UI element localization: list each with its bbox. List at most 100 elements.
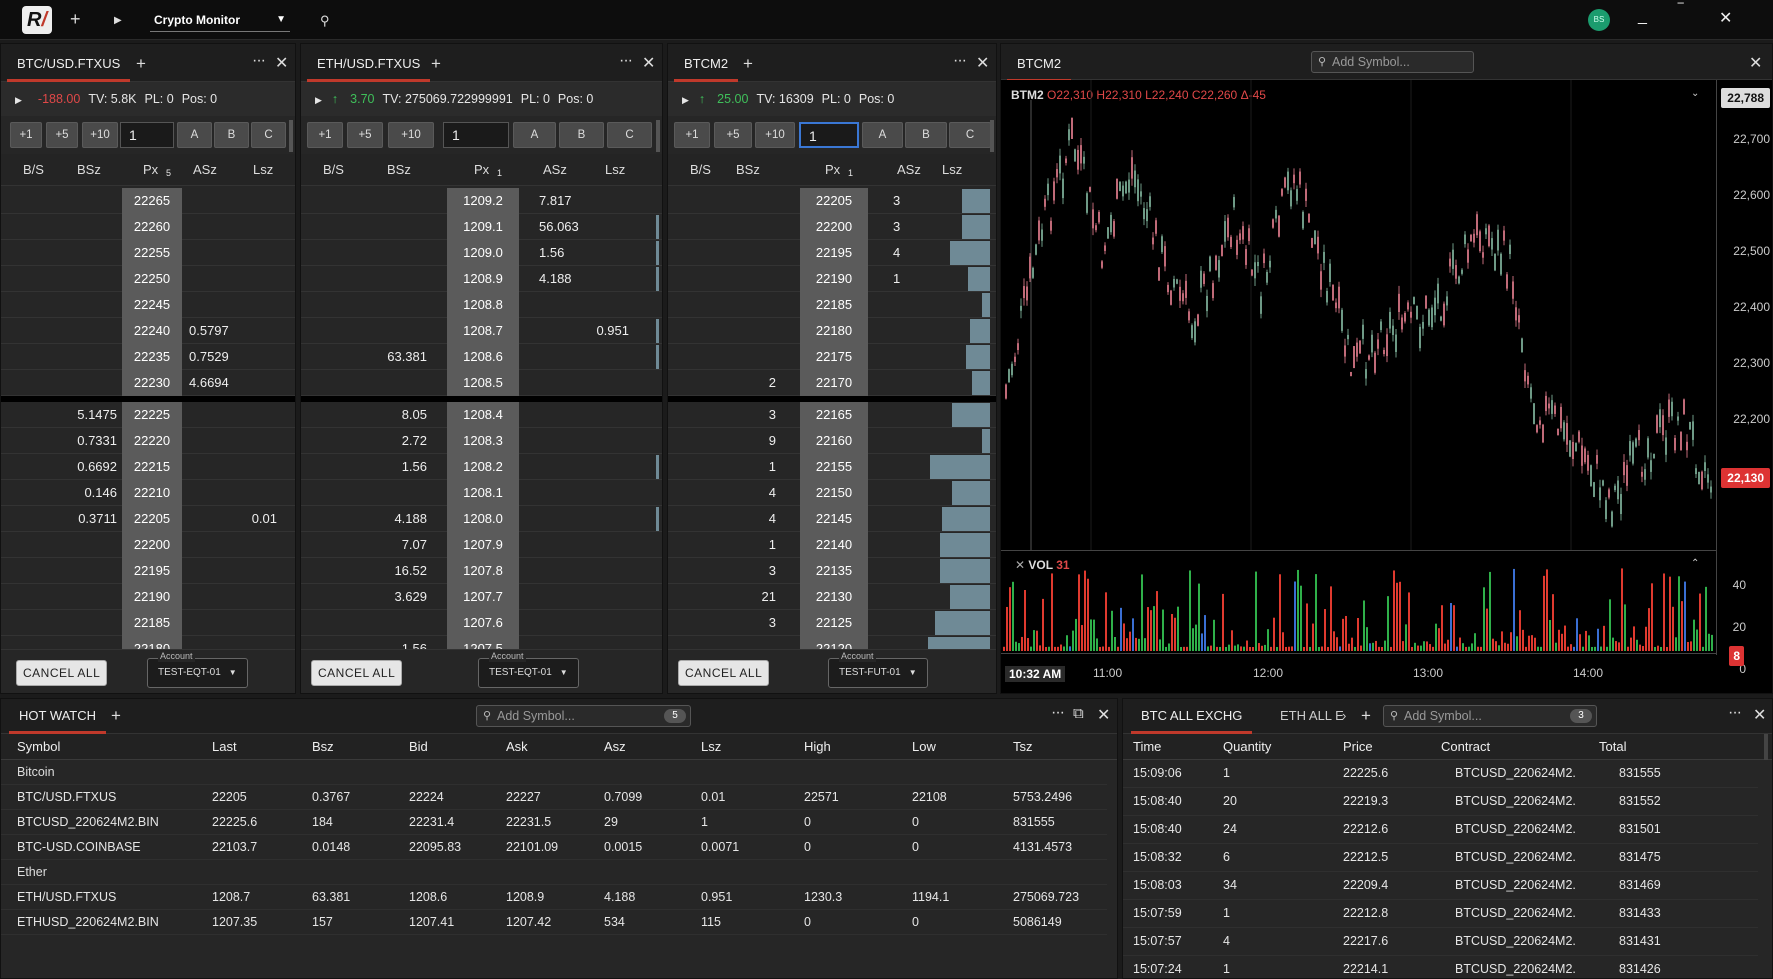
bid-size[interactable]: 16.52 [394, 558, 427, 584]
ladder-row[interactable]: 22195 [1, 558, 295, 584]
price-cell[interactable]: 1208.8 [447, 292, 519, 318]
price-cell[interactable]: 22165 [800, 402, 868, 428]
watch-row[interactable]: BTC/USD.FTXUS 22205 0.3767 22224 22227 0.7099… [1, 785, 1107, 810]
scrollbar[interactable] [990, 120, 994, 152]
add-tab-icon[interactable]: + [431, 54, 441, 74]
quantity-input[interactable]: 1 [443, 122, 509, 148]
account-select[interactable]: Account TEST-FUT-01 ▼ [828, 650, 928, 688]
chart-add-symbol-input[interactable]: ⚲ Add Symbol... [1311, 51, 1474, 73]
bid-size[interactable]: 2 [769, 370, 776, 396]
ladder-row[interactable]: 5.1475 22225 [1, 402, 295, 428]
price-cell[interactable]: 22185 [122, 610, 182, 636]
ladder-row[interactable]: 16.52 1207.8 [301, 558, 662, 584]
price-cell[interactable]: 22145 [800, 506, 868, 532]
price-cell[interactable]: 1208.9 [447, 266, 519, 292]
chevron-right-icon[interactable]: › [1342, 708, 1346, 723]
group-row[interactable]: Bitcoin [1, 760, 1107, 785]
price-cell[interactable]: 22265 [122, 188, 182, 214]
ask-size[interactable]: 1.56 [539, 240, 564, 266]
ladder-row[interactable]: 1208.7 0.951 [301, 318, 662, 344]
ladder-row[interactable]: 22175 [668, 344, 996, 370]
ladder-row[interactable]: 22265 [1, 188, 295, 214]
ladder-row[interactable]: 22235 0.7529 [1, 344, 295, 370]
account-select[interactable]: Account TEST-EQT-01 ▼ [147, 650, 248, 688]
ask-size[interactable]: 3 [893, 188, 900, 214]
column-header[interactable]: Px [474, 162, 489, 177]
column-header[interactable]: Price [1343, 739, 1373, 754]
ladder-row[interactable]: 2 22170 [668, 370, 996, 396]
column-header[interactable]: Ask [506, 739, 528, 754]
expand-icon[interactable]: ▶ [315, 95, 322, 105]
column-header[interactable]: Total [1599, 739, 1626, 754]
column-header[interactable]: BSz [387, 162, 411, 177]
account-b-button[interactable]: B [905, 122, 947, 148]
price-cell[interactable]: 22175 [800, 344, 868, 370]
trade-row[interactable]: 15:08:40 24 22212.6 BTCUSD_220624M2. 831501 [1123, 816, 1758, 844]
bid-size[interactable]: 0.7331 [77, 428, 117, 454]
price-cell[interactable]: 22245 [122, 292, 182, 318]
watch-row[interactable]: ETH/USD.FTXUS 1208.7 63.381 1208.6 1208.9 4.1… [1, 885, 1107, 910]
price-cell[interactable]: 22150 [800, 480, 868, 506]
ladder-row[interactable]: 22195 4 [668, 240, 996, 266]
ladder-row[interactable]: 7.07 1207.9 [301, 532, 662, 558]
ladder-row[interactable]: 63.381 1208.6 [301, 344, 662, 370]
ladder-row[interactable]: 22190 [1, 584, 295, 610]
price-cell[interactable]: 22255 [122, 240, 182, 266]
ladder-row[interactable]: 22205 3 [668, 188, 996, 214]
column-header[interactable]: Symbol [17, 739, 60, 754]
price-cell[interactable]: 1207.9 [447, 532, 519, 558]
price-cell[interactable]: 1207.6 [447, 610, 519, 636]
bid-size[interactable]: 4 [769, 506, 776, 532]
column-header[interactable]: Lsz [701, 739, 721, 754]
more-icon[interactable]: ··· [953, 52, 967, 70]
price-cell[interactable]: 1208.3 [447, 428, 519, 454]
close-icon[interactable]: ✕ [275, 53, 288, 73]
price-ladder[interactable]: 1209.2 7.817 1209.1 56.063 1209.0 1.56 1208.9 4… [301, 188, 662, 693]
ask-size[interactable]: 4.188 [539, 266, 572, 292]
trade-row[interactable]: 15:07:24 1 22214.1 BTCUSD_220624M2. 831426 [1123, 956, 1758, 978]
price-cell[interactable]: 1207.8 [447, 558, 519, 584]
more-icon[interactable]: ··· [252, 52, 266, 70]
ladder-row[interactable]: 22200 [1, 532, 295, 558]
price-cell[interactable]: 22200 [122, 532, 182, 558]
ladder-row[interactable]: 8.05 1208.4 [301, 402, 662, 428]
price-cell[interactable]: 22250 [122, 266, 182, 292]
price-cell[interactable]: 22155 [800, 454, 868, 480]
trade-row[interactable]: 15:07:59 1 22212.8 BTCUSD_220624M2. 831433 [1123, 900, 1758, 928]
close-icon[interactable]: ✕ [1753, 705, 1766, 725]
price-cell[interactable]: 22185 [800, 292, 868, 318]
tab-ladder[interactable]: BTCM2 [674, 51, 739, 82]
price-cell[interactable]: 22200 [800, 214, 868, 240]
ladder-row[interactable]: 22200 3 [668, 214, 996, 240]
ask-size[interactable]: 4.6694 [189, 370, 229, 396]
column-header[interactable]: Last [212, 739, 237, 754]
price-cell[interactable]: 22235 [122, 344, 182, 370]
ladder-row[interactable]: 0.6692 22215 [1, 454, 295, 480]
ladder-row[interactable]: 0.3711 22205 0.01 [1, 506, 295, 532]
plus-5-button[interactable]: +5 [714, 122, 752, 148]
bid-size[interactable]: 1 [769, 532, 776, 558]
column-header[interactable]: BSz [77, 162, 101, 177]
column-header[interactable]: Px [825, 162, 840, 177]
plus-1-button[interactable]: +1 [10, 122, 42, 148]
column-header[interactable]: Asz [604, 739, 626, 754]
column-header[interactable]: Bid [409, 739, 428, 754]
ladder-row[interactable]: 4221501 [668, 480, 996, 506]
bid-size[interactable]: 21 [762, 584, 776, 610]
bid-size[interactable]: 0.3711 [78, 506, 117, 532]
price-cell[interactable]: 1208.2 [447, 454, 519, 480]
ladder-row[interactable]: 22185 [1, 610, 295, 636]
expand-icon[interactable]: ▶ [15, 95, 22, 105]
quantity-input[interactable]: 1 [120, 122, 174, 148]
price-cell[interactable]: 22125 [800, 610, 868, 636]
hotwatch-add-symbol-input[interactable]: ⚲ Add Symbol... 5 [476, 705, 691, 727]
ladder-row[interactable]: 1 22140 [668, 532, 996, 558]
tab-chart[interactable]: BTCM2 [1007, 51, 1072, 82]
ask-size[interactable]: 3 [893, 214, 900, 240]
ladder-row[interactable]: 1 22155 [668, 454, 996, 480]
price-cell[interactable]: 22130 [800, 584, 868, 610]
plus-1-button[interactable]: +1 [674, 122, 710, 148]
ladder-row[interactable]: 4 22145 [668, 506, 996, 532]
watch-row[interactable]: ETHUSD_220624M2.BIN 1207.35 157 1207.41 1207… [1, 910, 1107, 935]
column-header[interactable]: Contract [1441, 739, 1490, 754]
